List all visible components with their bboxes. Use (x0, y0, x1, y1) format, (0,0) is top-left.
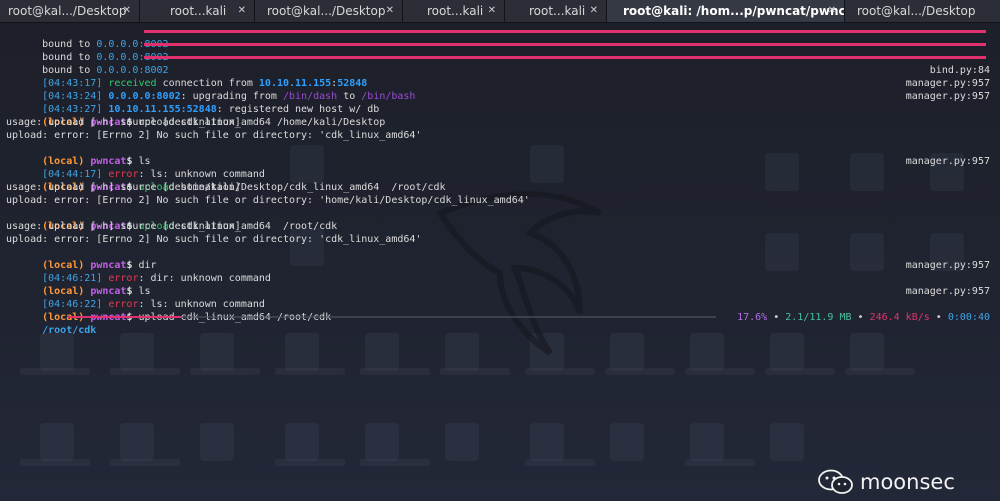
source-ref: manager.py:957 (905, 286, 990, 297)
tab-root-desktop-1[interactable]: root@kal.../Desktop ✕ (0, 0, 140, 22)
log-line: bound to 0.0.0.0:8002 (6, 51, 994, 76)
log-line: upload: error: [Errno 2] No such file or… (6, 194, 994, 207)
source-ref: manager.py:957 (905, 78, 990, 89)
output-text: upload: error: [Errno 2] No such file or… (6, 195, 530, 206)
transfer-speed: 246.4 kB/s (869, 312, 930, 323)
prompt-line: (local) pwncat$ upload cdk_linux_amd64 /… (6, 103, 994, 128)
prompt-line: (local) pwncat$ upload cdk_linux_amd64 /… (6, 207, 994, 232)
close-icon[interactable]: ✕ (386, 0, 394, 22)
terminal-pane[interactable]: bound to 0.0.0.0:8002 bound to 0.0.0.0:8… (0, 23, 1000, 501)
log-line: usage: upload [-h] source [destination] (6, 116, 994, 129)
tab-root-desktop-2[interactable]: root@kal.../Desktop ✕ (255, 0, 403, 22)
source-ref: manager.py:957 (905, 260, 990, 271)
transfer-eta: 0:00:40 (947, 312, 990, 323)
progress-fill (68, 316, 183, 318)
log-line: upload: error: [Errno 2] No such file or… (6, 129, 994, 142)
log-line: bound to 0.0.0.0:8002 (6, 38, 994, 63)
prompt-line: (local) pwncat$ dir (6, 246, 994, 271)
prompt-line: (local) pwncat$ upload cdk_linux_amd64 /… (6, 298, 994, 323)
progress-percent: 17.6% (737, 312, 768, 323)
log-line: [04:43:24] 0.0.0.0:8002: upgrading from … (6, 77, 994, 102)
transfer-size: 2.1/11.9 MB (785, 312, 852, 323)
log-line: usage: upload [-h] source [destination] (6, 220, 994, 233)
upload-progress-line: /root/cdk 17.6% • 2.1/11.9 MB • 246.4 kB… (6, 311, 994, 336)
bound-bar (144, 56, 986, 59)
tab-label: root...kali (170, 4, 227, 18)
log-line: [04:46:21] error: dir: unknown command m… (6, 259, 994, 284)
transfer-stats: 17.6% • 2.1/11.9 MB • 246.4 kB/s • 0:00:… (737, 311, 990, 324)
output-text: usage: upload [-h] source [destination] (6, 221, 241, 232)
log-line: upload: error: [Errno 2] No such file or… (6, 233, 994, 246)
output-text: upload: error: [Errno 2] No such file or… (6, 234, 422, 245)
log-line: [04:46:22] error: ls: unknown command ma… (6, 285, 994, 310)
prompt-line: (local) pwncat$ ls (6, 142, 994, 167)
separator: • (929, 312, 948, 323)
source-ref: manager.py:957 (905, 91, 990, 102)
bound-bar (144, 43, 986, 46)
output-text: upload: error: [Errno 2] No such file or… (6, 130, 422, 141)
tab-label: root@kal.../Desktop (267, 4, 386, 18)
log-line: [04:43:17] received connection from 10.1… (6, 64, 994, 89)
close-icon[interactable]: ✕ (590, 0, 598, 22)
wechat-icon (818, 469, 853, 494)
output-text: usage: upload [-h] source [destination] (6, 182, 241, 193)
log-line: bound to 0.0.0.0:8002 (6, 25, 994, 50)
prompt-line: (local) pwncat$ ls (6, 272, 994, 297)
tab-label: root@kal.../Desktop (857, 4, 976, 18)
log-line: [04:43:27] 10.10.11.155:52848: registere… (6, 90, 994, 115)
tab-label: root@kal.../Desktop (8, 4, 127, 18)
close-icon[interactable]: ✕ (488, 0, 496, 22)
source-ref: bind.py:84 (929, 65, 990, 76)
bound-bar (144, 30, 986, 33)
watermark: moonsec (818, 469, 955, 495)
tab-label: root...kali (529, 4, 586, 18)
terminal-output: bound to 0.0.0.0:8002 bound to 0.0.0.0:8… (6, 25, 994, 336)
source-ref: manager.py:957 (905, 156, 990, 167)
log-line: [04:44:17] error: ls: unknown command ma… (6, 155, 994, 180)
tab-label: root@kali: /hom...p/pwncat/pwncat (623, 4, 845, 18)
tab-root-kali-3[interactable]: root...kali ✕ (505, 0, 607, 22)
tab-root-kali-1[interactable]: root...kali ✕ (140, 0, 255, 22)
tab-bar: root@kal.../Desktop ✕ root...kali ✕ root… (0, 0, 1000, 23)
watermark-text: moonsec (860, 470, 955, 494)
close-icon[interactable]: ✕ (238, 0, 246, 22)
separator: • (851, 312, 870, 323)
tab-root-desktop-3[interactable]: root@kal.../Desktop (845, 0, 1000, 22)
log-line: usage: upload [-h] source [destination] (6, 181, 994, 194)
close-icon[interactable]: ✕ (828, 0, 836, 22)
progress-track (68, 316, 716, 318)
tab-label: root...kali (427, 4, 484, 18)
separator: • (767, 312, 786, 323)
tab-pwncat-active[interactable]: root@kali: /hom...p/pwncat/pwncat ✕ (607, 0, 845, 22)
tab-root-kali-2[interactable]: root...kali ✕ (403, 0, 505, 22)
output-text: usage: upload [-h] source [destination] (6, 117, 241, 128)
prompt-line: (local) pwncat$ upload home/kali/Desktop… (6, 168, 994, 193)
close-icon[interactable]: ✕ (123, 0, 131, 22)
